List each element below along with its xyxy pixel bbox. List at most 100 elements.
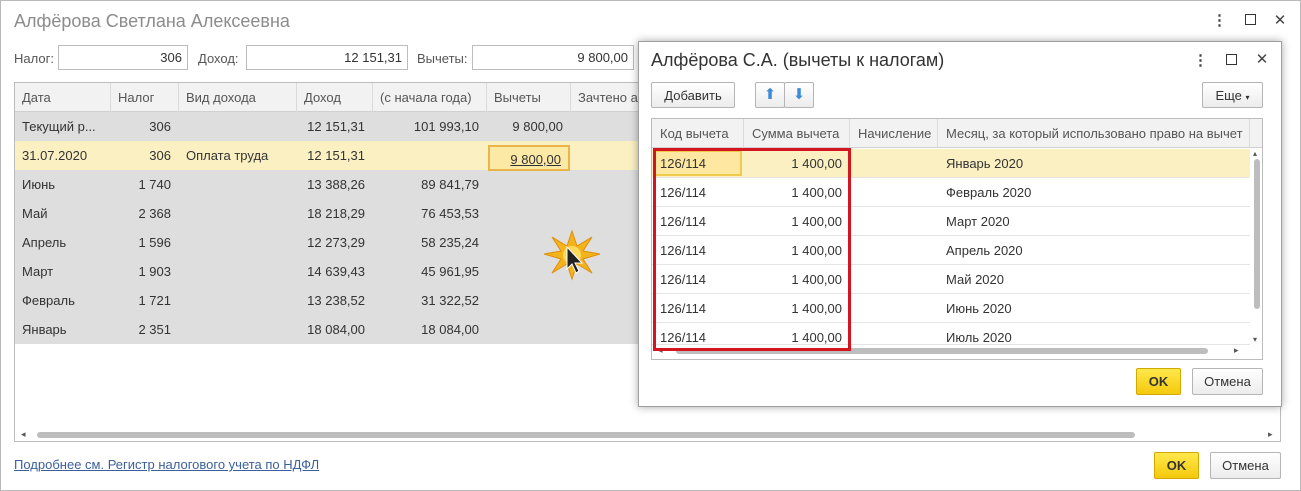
cell-date: Июнь bbox=[22, 177, 56, 192]
col-accrual[interactable]: Начисление bbox=[850, 119, 938, 148]
scroll-down-icon[interactable]: ▾ bbox=[1253, 335, 1257, 344]
cell-date: Февраль bbox=[22, 293, 75, 308]
cell-month: Апрель 2020 bbox=[946, 243, 1023, 258]
cell-tax: 2 368 bbox=[138, 206, 171, 221]
cell-ytd: 58 235,24 bbox=[421, 235, 479, 250]
move-down-button[interactable]: ⬇ bbox=[784, 82, 814, 108]
dialog-ok-button[interactable]: OK bbox=[1136, 368, 1181, 395]
cell-date: Март bbox=[22, 264, 54, 279]
cell-income: 13 238,52 bbox=[307, 293, 365, 308]
more-icon[interactable]: ⋮ bbox=[1210, 11, 1228, 29]
dialog-more-icon[interactable]: ⋮ bbox=[1191, 51, 1209, 69]
cell-type: Оплата труда bbox=[186, 148, 269, 163]
list-item[interactable]: 126/114 1 400,00 Май 2020 bbox=[652, 265, 1250, 294]
list-item[interactable]: 126/114 1 400,00 Март 2020 bbox=[652, 207, 1250, 236]
ok-button[interactable]: OK bbox=[1154, 452, 1199, 479]
cell-month: Март 2020 bbox=[946, 214, 1010, 229]
cell-month: Январь 2020 bbox=[946, 156, 1024, 171]
dialog-close-icon[interactable]: ✕ bbox=[1253, 50, 1271, 68]
cell-deductions: 9 800,00 bbox=[512, 119, 563, 134]
cell-type bbox=[179, 112, 297, 141]
cell-ytd bbox=[373, 141, 487, 170]
col-amount[interactable]: Сумма вычета bbox=[744, 119, 850, 148]
col-income-type[interactable]: Вид дохода bbox=[179, 83, 297, 112]
cell-date: Январь bbox=[22, 322, 67, 337]
close-icon[interactable]: ✕ bbox=[1271, 11, 1289, 29]
scroll-right-icon[interactable]: ▸ bbox=[1268, 429, 1273, 440]
cell-amount: 1 400,00 bbox=[791, 156, 842, 171]
scroll-thumb[interactable] bbox=[37, 432, 1135, 438]
tax-label: Налог: bbox=[14, 51, 54, 66]
main-hscrollbar[interactable]: ◂ ▸ bbox=[15, 429, 1281, 441]
cell-ytd: 31 322,52 bbox=[421, 293, 479, 308]
cell-income: 18 084,00 bbox=[307, 322, 365, 337]
cell-tax: 306 bbox=[149, 119, 171, 134]
cell-ytd: 89 841,79 bbox=[421, 177, 479, 192]
hscroll-thumb[interactable] bbox=[676, 348, 1208, 354]
dialog-table-header: Код вычета Сумма вычета Начисление Месяц… bbox=[652, 119, 1262, 148]
deductions-field[interactable]: 9 800,00 bbox=[472, 45, 634, 70]
add-button[interactable]: Добавить bbox=[651, 82, 735, 108]
register-link[interactable]: Подробнее см. Регистр налогового учета п… bbox=[14, 457, 319, 472]
income-field[interactable]: 12 151,31 bbox=[246, 45, 408, 70]
cell-tax: 1 740 bbox=[138, 177, 171, 192]
list-item[interactable]: 126/114 1 400,00 Апрель 2020 bbox=[652, 236, 1250, 265]
dialog-vscrollbar[interactable]: ▴ ▾ bbox=[1252, 149, 1262, 345]
cell-amount: 1 400,00 bbox=[791, 243, 842, 258]
cell-ytd: 45 961,95 bbox=[421, 264, 479, 279]
list-item[interactable]: 126/114 1 400,00 Январь 2020 bbox=[652, 149, 1250, 178]
col-income[interactable]: Доход bbox=[297, 83, 373, 112]
col-date[interactable]: Дата bbox=[15, 83, 111, 112]
list-item[interactable]: 126/114 1 400,00 Июнь 2020 bbox=[652, 294, 1250, 323]
cell-amount: 1 400,00 bbox=[791, 301, 842, 316]
vscroll-thumb[interactable] bbox=[1254, 159, 1260, 309]
deductions-label: Вычеты: bbox=[417, 51, 468, 66]
more-menu-label: Еще bbox=[1215, 88, 1242, 103]
more-menu-button[interactable]: Еще ▾ bbox=[1202, 82, 1263, 108]
move-up-button[interactable]: ⬆ bbox=[755, 82, 785, 108]
cell-ytd: 76 453,53 bbox=[421, 206, 479, 221]
col-code[interactable]: Код вычета bbox=[652, 119, 744, 148]
arrow-down-icon: ⬇ bbox=[792, 86, 806, 103]
cell-income: 13 388,26 bbox=[307, 177, 365, 192]
cancel-button[interactable]: Отмена bbox=[1210, 452, 1281, 479]
cell-date: Апрель bbox=[22, 235, 67, 250]
tax-field[interactable]: 306 bbox=[58, 45, 188, 70]
cell-ytd: 18 084,00 bbox=[421, 322, 479, 337]
list-item[interactable]: 126/114 1 400,00 Июль 2020 bbox=[652, 323, 1250, 345]
col-tax[interactable]: Налог bbox=[111, 83, 179, 112]
cell-tax: 306 bbox=[149, 148, 171, 163]
cell-accrual bbox=[850, 149, 938, 178]
cell-month: Июнь 2020 bbox=[946, 301, 1012, 316]
cell-date: 31.07.2020 bbox=[22, 148, 88, 163]
income-label: Доход: bbox=[198, 51, 239, 66]
cell-amount: 1 400,00 bbox=[791, 272, 842, 287]
cell-amount: 1 400,00 bbox=[791, 214, 842, 229]
scroll-left-icon[interactable]: ◂ bbox=[658, 345, 663, 356]
list-item[interactable]: 126/114 1 400,00 Февраль 2020 bbox=[652, 178, 1250, 207]
cell-income: 14 639,43 bbox=[307, 264, 365, 279]
deductions-dialog: Алфёрова С.А. (вычеты к налогам) ⋮ ✕ Доб… bbox=[638, 41, 1282, 407]
dialog-cancel-button[interactable]: Отмена bbox=[1192, 368, 1263, 395]
scroll-up-icon[interactable]: ▴ bbox=[1253, 149, 1257, 158]
col-deductions[interactable]: Вычеты bbox=[487, 83, 571, 112]
cell-code: 126/114 bbox=[660, 156, 707, 171]
window-title: Алфёрова Светлана Алексеевна bbox=[14, 11, 290, 31]
dialog-maximize-icon[interactable] bbox=[1226, 54, 1237, 65]
cell-tax: 1 721 bbox=[138, 293, 171, 308]
dialog-hscrollbar[interactable]: ◂ ▸ bbox=[652, 345, 1252, 357]
arrow-up-icon: ⬆ bbox=[763, 86, 777, 103]
scroll-right-icon[interactable]: ▸ bbox=[1234, 345, 1239, 356]
maximize-icon[interactable] bbox=[1245, 14, 1256, 25]
cell-code: 126/114 bbox=[660, 272, 707, 287]
cell-amount: 1 400,00 bbox=[791, 185, 842, 200]
cell-code: 126/114 bbox=[660, 301, 707, 316]
cell-tax: 1 596 bbox=[138, 235, 171, 250]
cell-income: 18 218,29 bbox=[307, 206, 365, 221]
deductions-cell-link[interactable]: 9 800,00 bbox=[488, 145, 570, 171]
col-month[interactable]: Месяц, за который использовано право на … bbox=[938, 119, 1250, 148]
cell-code: 126/114 bbox=[660, 214, 707, 229]
col-ytd[interactable]: (с начала года) bbox=[373, 83, 487, 112]
scroll-left-icon[interactable]: ◂ bbox=[21, 429, 26, 440]
cell-date: Май bbox=[22, 206, 48, 221]
